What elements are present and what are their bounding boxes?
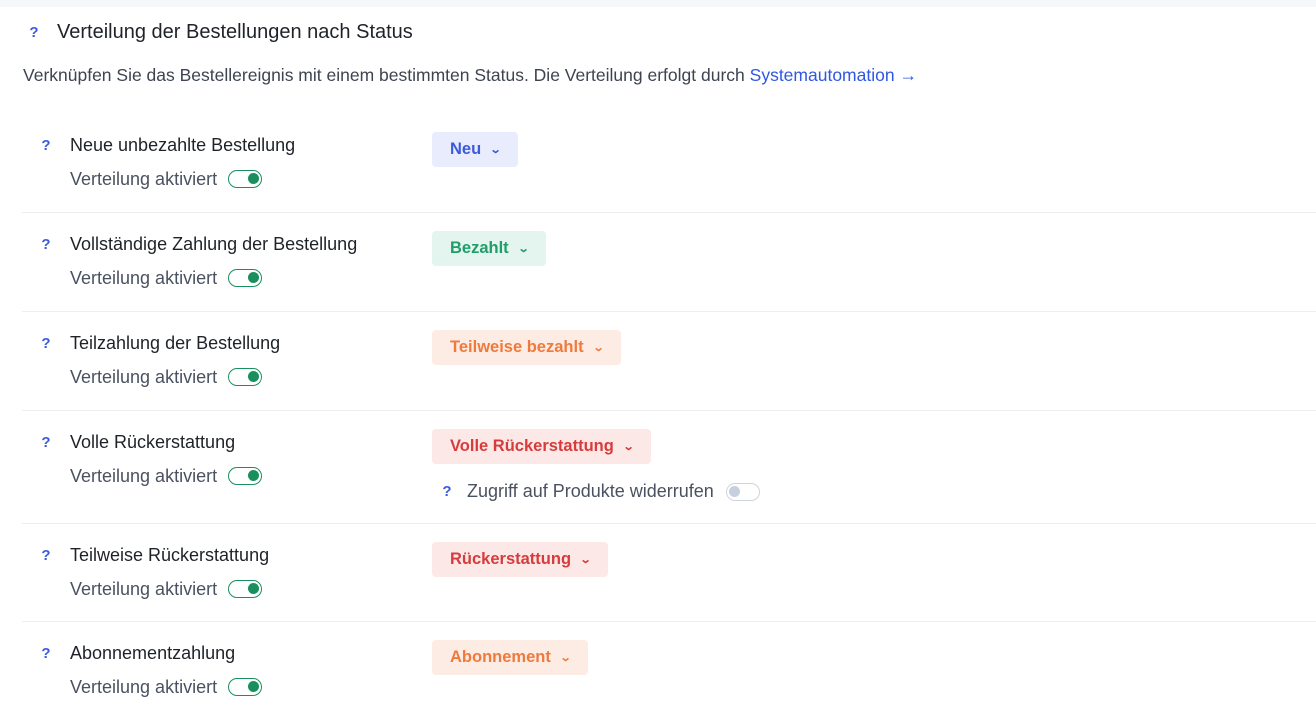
- status-dropdown[interactable]: Rückerstattung ⌄: [432, 542, 609, 577]
- toggle-knob: [248, 470, 260, 481]
- toggle-knob: [728, 485, 740, 497]
- status-label: Teilweise bezahlt: [450, 338, 584, 356]
- chevron-down-icon: ⌄: [622, 441, 635, 453]
- toggle-label: Verteilung aktiviert: [70, 168, 218, 189]
- top-border: [0, 0, 1316, 7]
- revoke-access-label: Zugriff auf Produkte widerrufen: [467, 481, 714, 501]
- arrow-right-icon: →: [899, 65, 917, 85]
- distribution-toggle[interactable]: [228, 170, 263, 188]
- toggle-label: Verteilung aktiviert: [70, 465, 218, 486]
- help-icon[interactable]: ?: [40, 236, 52, 253]
- status-label: Bezahlt: [450, 239, 509, 257]
- toggle-knob: [248, 371, 260, 382]
- toggle-knob: [248, 583, 260, 594]
- link-label: Systemautomation: [749, 65, 895, 85]
- chevron-down-icon: ⌄: [559, 652, 572, 664]
- distribution-toggle[interactable]: [228, 580, 263, 598]
- help-icon[interactable]: ?: [40, 137, 52, 154]
- status-dropdown[interactable]: Abonnement ⌄: [432, 640, 589, 675]
- section-header: ? Verteilung der Bestellungen nach Statu…: [28, 21, 413, 44]
- status-dropdown[interactable]: Teilweise bezahlt ⌄: [432, 330, 621, 365]
- systemautomation-link[interactable]: Systemautomation →: [750, 65, 917, 85]
- event-name: Abonnementzahlung: [70, 642, 236, 663]
- status-dropdown[interactable]: Volle Rückerstattung ⌄: [432, 429, 652, 464]
- description-text: Verknüpfen Sie das Bestellereignis mit e…: [23, 65, 750, 85]
- event-name: Teilweise Rückerstattung: [70, 544, 270, 565]
- status-label: Rückerstattung: [450, 550, 572, 568]
- help-icon[interactable]: ?: [40, 645, 52, 662]
- chevron-down-icon: ⌄: [579, 554, 592, 566]
- chevron-down-icon: ⌄: [592, 342, 605, 354]
- toggle-label: Verteilung aktiviert: [70, 267, 218, 288]
- toggle-knob: [248, 173, 260, 184]
- section-description: Verknüpfen Sie das Bestellereignis mit e…: [23, 65, 917, 86]
- status-label: Volle Rückerstattung: [450, 437, 614, 455]
- chevron-down-icon: ⌄: [489, 144, 502, 156]
- status-label: Abonnement: [450, 648, 551, 666]
- event-name: Volle Rückerstattung: [70, 431, 236, 452]
- help-icon[interactable]: ?: [40, 434, 52, 451]
- help-icon[interactable]: ?: [28, 24, 40, 41]
- distribution-list: ? Neue unbezahlte Bestellung Verteilung …: [22, 114, 1316, 712]
- revoke-access-option: ? Zugriff auf Produkte widerrufen: [441, 481, 760, 502]
- section-title: Verteilung der Bestellungen nach Status: [57, 21, 413, 43]
- toggle-label: Verteilung aktiviert: [70, 366, 218, 387]
- help-icon[interactable]: ?: [40, 547, 52, 564]
- distribution-row-new-unpaid: ? Neue unbezahlte Bestellung Verteilung …: [22, 114, 1316, 213]
- toggle-knob: [248, 272, 260, 283]
- distribution-toggle[interactable]: [228, 269, 263, 287]
- distribution-toggle[interactable]: [228, 368, 263, 386]
- toggle-knob: [248, 681, 260, 692]
- distribution-toggle[interactable]: [228, 467, 263, 485]
- event-name: Vollständige Zahlung der Bestellung: [70, 233, 358, 254]
- status-dropdown[interactable]: Bezahlt ⌄: [432, 231, 546, 266]
- distribution-toggle[interactable]: [228, 678, 263, 696]
- distribution-row-partial-payment: ? Teilzahlung der Bestellung Verteilung …: [22, 312, 1316, 411]
- distribution-row-full-refund: ? Volle Rückerstattung Verteilung aktivi…: [22, 411, 1316, 524]
- revoke-access-toggle[interactable]: [725, 482, 760, 501]
- help-icon[interactable]: ?: [40, 335, 52, 352]
- status-dropdown[interactable]: Neu ⌄: [432, 132, 519, 167]
- toggle-label: Verteilung aktiviert: [70, 676, 218, 697]
- status-label: Neu: [450, 140, 482, 158]
- toggle-label: Verteilung aktiviert: [70, 578, 218, 599]
- event-name: Teilzahlung der Bestellung: [70, 332, 281, 353]
- chevron-down-icon: ⌄: [517, 243, 530, 255]
- distribution-row-partial-refund: ? Teilweise Rückerstattung Verteilung ak…: [22, 524, 1316, 622]
- distribution-row-subscription: ? Abonnementzahlung Verteilung aktiviert…: [22, 622, 1316, 712]
- event-name: Neue unbezahlte Bestellung: [70, 134, 296, 155]
- help-icon[interactable]: ?: [441, 483, 453, 500]
- distribution-row-full-payment: ? Vollständige Zahlung der Bestellung Ve…: [22, 213, 1316, 312]
